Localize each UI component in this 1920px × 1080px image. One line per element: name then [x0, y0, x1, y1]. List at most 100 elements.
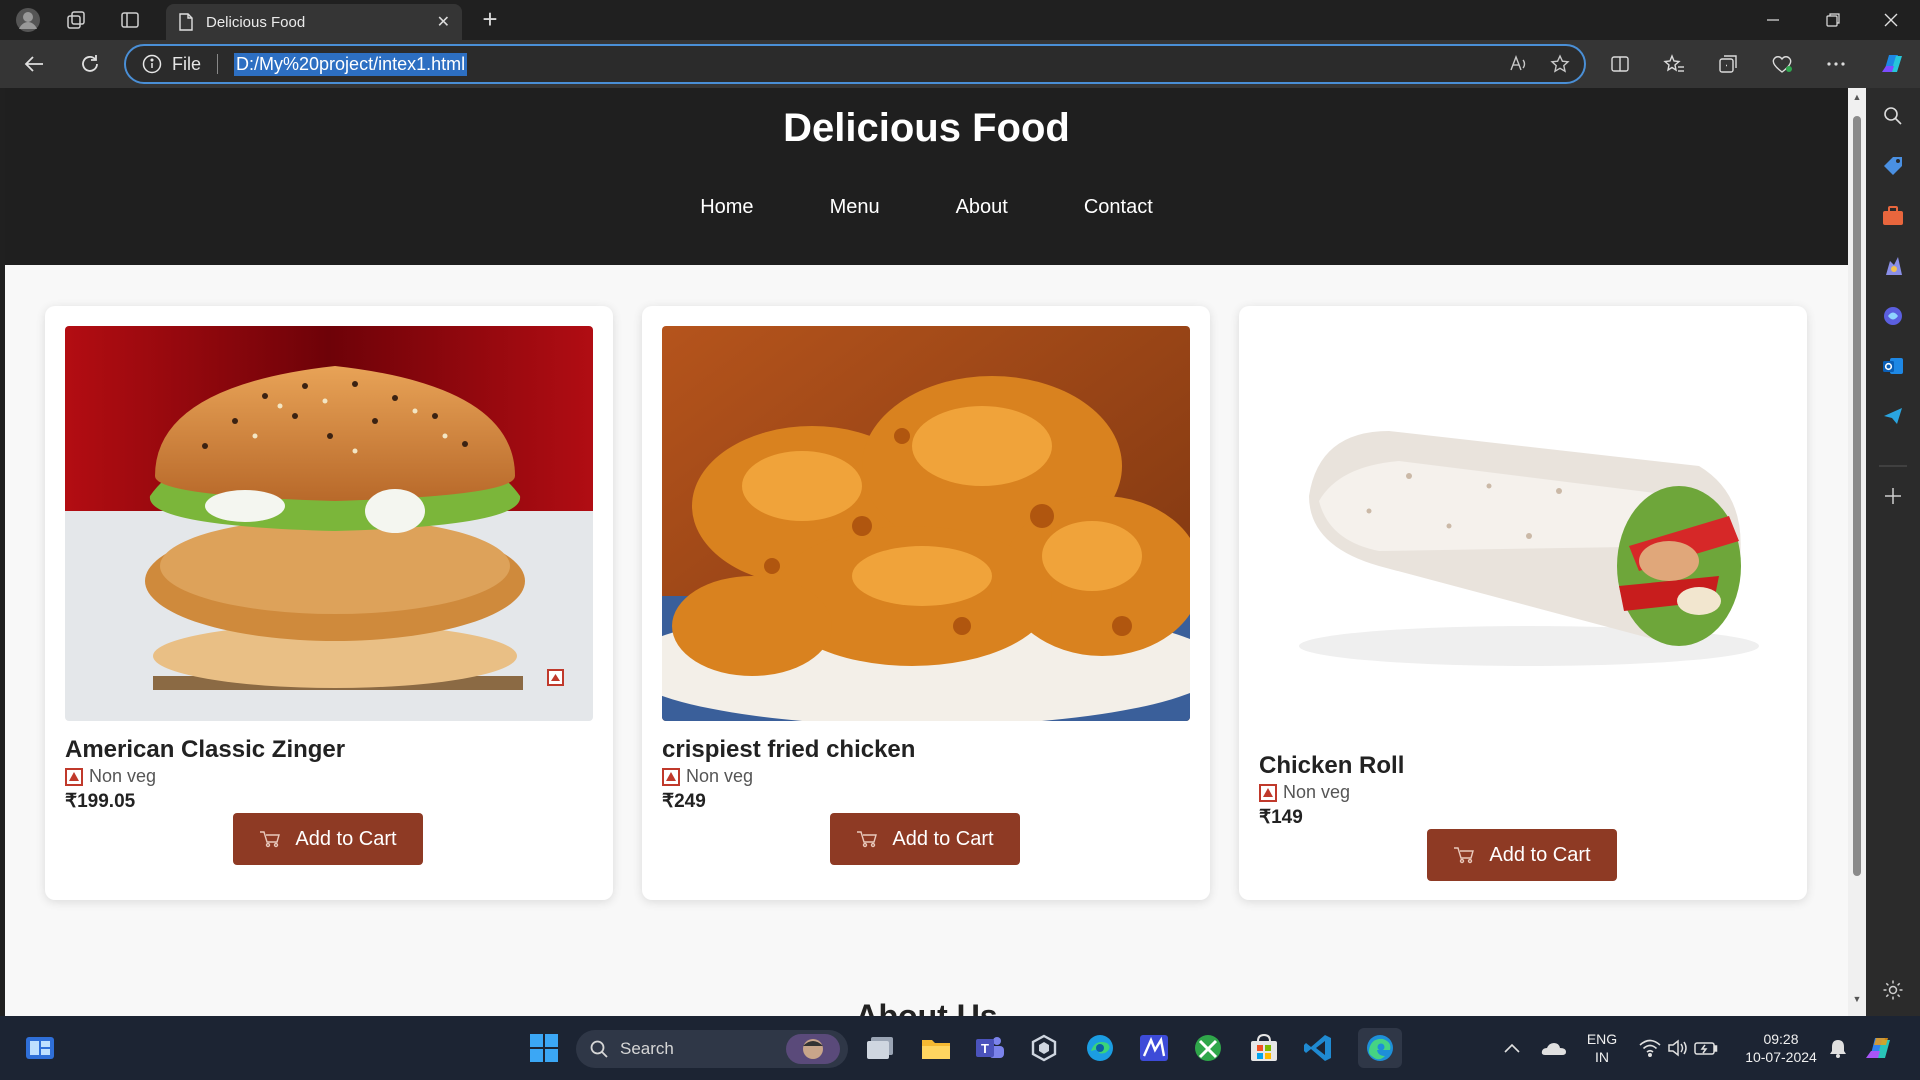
workspaces-icon[interactable]: [62, 6, 90, 34]
page-icon: [179, 13, 193, 31]
scroll-down-icon[interactable]: ▼: [1852, 994, 1862, 1004]
product-name: American Classic Zinger: [65, 736, 346, 763]
back-icon[interactable]: [18, 48, 50, 80]
edge-sidebar: [1866, 88, 1920, 1016]
start-windows-icon[interactable]: [526, 1030, 562, 1066]
address-url[interactable]: D:/My%20project/intex1.html: [234, 52, 468, 76]
browser-essentials-icon[interactable]: [1766, 48, 1798, 80]
new-tab-icon[interactable]: +: [476, 6, 504, 34]
site-header: Delicious Food Home Menu About Contact: [5, 88, 1848, 265]
task-view-icon[interactable]: [862, 1030, 898, 1066]
widgets-icon[interactable]: [22, 1030, 58, 1066]
scroll-thumb[interactable]: [1853, 116, 1861, 876]
unity-app-icon[interactable]: [1026, 1030, 1062, 1066]
add-to-cart-button[interactable]: Add to Cart: [1427, 829, 1617, 881]
product-price: ₹249: [662, 791, 706, 812]
product-name: crispiest fried chicken: [662, 736, 916, 763]
cart-icon: [856, 830, 878, 848]
send-telegram-icon[interactable]: [1879, 402, 1907, 430]
product-category-label: Non veg: [89, 766, 157, 786]
site-title: Delicious Food: [783, 106, 1070, 150]
language-code: ENG: [1586, 1031, 1618, 1047]
nav-link-contact[interactable]: Contact: [1084, 196, 1153, 219]
tools-briefcase-icon[interactable]: [1879, 202, 1907, 230]
non-veg-icon: [65, 767, 83, 786]
search-highlight-icon: [786, 1034, 840, 1064]
browser-tab-bar: Delicious Food ✕ +: [0, 0, 1920, 40]
cart-icon: [1453, 846, 1475, 864]
about-heading: About Us: [855, 998, 998, 1016]
show-hidden-icons-icon[interactable]: [1494, 1030, 1530, 1066]
product-category: Non veg: [662, 766, 753, 787]
profile-avatar-icon[interactable]: [14, 6, 42, 34]
product-image-chicken-roll: [1259, 326, 1787, 736]
product-image-burger: [65, 326, 593, 721]
taskbar-search-icon: [590, 1040, 608, 1058]
nav-link-about[interactable]: About: [956, 196, 1008, 219]
outlook-icon[interactable]: [1879, 352, 1907, 380]
address-bar[interactable]: File D:/My%20project/intex1.html: [124, 44, 1586, 84]
active-tab[interactable]: Delicious Food ✕: [166, 4, 462, 40]
product-category: Non veg: [65, 766, 156, 787]
scroll-up-icon[interactable]: ▲: [1852, 92, 1862, 102]
favorites-icon[interactable]: [1658, 48, 1690, 80]
browser-toolbar: File D:/My%20project/intex1.html: [0, 40, 1920, 88]
edge-browser-icon[interactable]: [1358, 1028, 1402, 1068]
tab-actions-icon[interactable]: [116, 6, 144, 34]
product-category-label: Non veg: [686, 766, 754, 786]
read-aloud-icon[interactable]: [1508, 54, 1528, 79]
add-sidebar-app-icon[interactable]: [1879, 482, 1907, 510]
nav-link-menu[interactable]: Menu: [830, 196, 880, 219]
file-explorer-icon[interactable]: [918, 1030, 954, 1066]
more-options-icon[interactable]: [1820, 48, 1852, 80]
refresh-icon[interactable]: [74, 48, 106, 80]
onedrive-icon[interactable]: [1536, 1030, 1572, 1066]
restore-icon[interactable]: [1806, 0, 1860, 40]
notifications-icon[interactable]: [1820, 1030, 1856, 1066]
language-indicator[interactable]: ENG IN: [1580, 1030, 1624, 1066]
taskbar-search-box[interactable]: Search: [576, 1030, 848, 1068]
region-code: IN: [1595, 1049, 1609, 1065]
nav-link-home[interactable]: Home: [700, 196, 753, 219]
non-veg-icon: [1259, 783, 1277, 802]
battery-icon[interactable]: [1688, 1030, 1724, 1066]
collections-icon[interactable]: [1712, 48, 1744, 80]
close-tab-icon[interactable]: ✕: [437, 12, 450, 32]
copilot-taskbar-icon[interactable]: [1860, 1030, 1896, 1066]
product-name: Chicken Roll: [1259, 752, 1405, 779]
xbox-icon[interactable]: [1190, 1030, 1226, 1066]
windows-taskbar: Search T ENG IN 09:28 10-07-2024: [0, 1016, 1920, 1080]
split-screen-icon[interactable]: [1604, 48, 1636, 80]
address-scheme-label: File: [172, 53, 202, 74]
cart-icon: [259, 830, 281, 848]
math-app-icon[interactable]: [1136, 1030, 1172, 1066]
close-window-icon[interactable]: [1864, 0, 1918, 40]
vscode-icon[interactable]: [1300, 1030, 1336, 1066]
product-card: American Classic Zinger Non veg ₹199.05 …: [45, 306, 613, 900]
svg-text:T: T: [981, 1041, 989, 1056]
add-to-cart-label: Add to Cart: [295, 827, 397, 850]
taskbar-search-label: Search: [620, 1039, 674, 1058]
tab-title: Delicious Food: [206, 13, 306, 31]
product-price: ₹199.05: [65, 791, 136, 812]
search-icon[interactable]: [1879, 102, 1907, 130]
product-image-fried-chicken: [662, 326, 1190, 721]
minimize-icon[interactable]: [1746, 0, 1800, 40]
site-info-button[interactable]: File: [142, 54, 201, 75]
sidebar-settings-icon[interactable]: [1879, 976, 1907, 1004]
copilot-icon[interactable]: [1876, 48, 1908, 80]
favorite-star-icon[interactable]: [1550, 54, 1570, 79]
copilot-sidebar-icon[interactable]: [1879, 302, 1907, 330]
games-icon[interactable]: [1879, 252, 1907, 280]
sidebar-divider: [1879, 452, 1907, 480]
shopping-tag-icon[interactable]: [1879, 152, 1907, 180]
page-scrollbar[interactable]: ▲ ▼: [1848, 88, 1866, 1016]
non-veg-icon: [662, 767, 680, 786]
product-price: ₹149: [1259, 807, 1303, 828]
info-icon: [142, 54, 162, 74]
edge-dev-icon[interactable]: [1082, 1030, 1118, 1066]
add-to-cart-button[interactable]: Add to Cart: [233, 813, 423, 865]
teams-icon[interactable]: T: [972, 1030, 1008, 1066]
add-to-cart-button[interactable]: Add to Cart: [830, 813, 1020, 865]
microsoft-store-icon[interactable]: [1246, 1030, 1282, 1066]
